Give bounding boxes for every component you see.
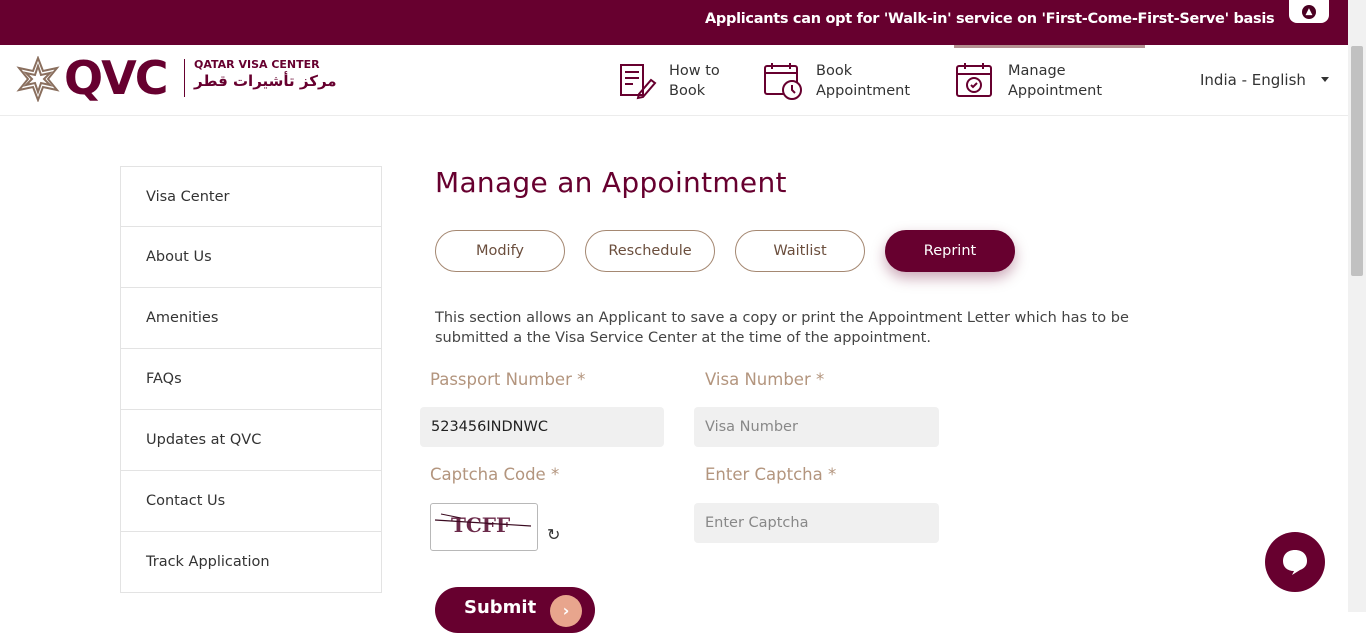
submit-label: Submit [464, 597, 537, 618]
page-scrollbar[interactable] [1348, 0, 1366, 612]
logo-name-en: QATAR VISA CENTER [194, 58, 320, 71]
passport-number-input[interactable] [420, 407, 664, 447]
chat-button[interactable] [1265, 532, 1325, 592]
arrow-right-icon: › [550, 595, 582, 627]
chat-bubble-icon [1283, 550, 1307, 575]
nav-manage-appointment[interactable]: Manage Appointment [954, 60, 1118, 102]
logo-star-icon [16, 56, 60, 102]
tab-reschedule[interactable]: Reschedule [585, 230, 715, 272]
enter-captcha-input[interactable] [694, 503, 939, 543]
sidebar-item-contact-us[interactable]: Contact Us [120, 471, 382, 532]
refresh-captcha-icon[interactable]: ↻ [547, 525, 560, 544]
tab-modify[interactable]: Modify [435, 230, 565, 272]
scrollbar-thumb[interactable] [1351, 46, 1363, 276]
announcement-bar: Applicants can opt for 'Walk-in' service… [0, 0, 1366, 45]
sidebar-menu: Visa Center About Us Amenities FAQs Upda… [120, 166, 382, 593]
sidebar-item-faqs[interactable]: FAQs [120, 349, 382, 410]
logo-divider [184, 59, 185, 97]
visa-number-label: Visa Number * [705, 370, 825, 389]
calendar-check-icon [956, 63, 992, 97]
scroll-top-button[interactable]: ▲ [1289, 0, 1329, 23]
page-title: Manage an Appointment [435, 166, 787, 199]
nav-book-appointment-label: Book Appointment [816, 63, 911, 99]
nav-book-appointment[interactable]: Book Appointment [762, 60, 921, 102]
nav-how-to-book-label: How to Book [669, 63, 720, 99]
document-edit-icon [620, 64, 657, 100]
tab-waitlist[interactable]: Waitlist [735, 230, 865, 272]
passport-number-label: Passport Number * [430, 370, 586, 389]
tab-reprint[interactable]: Reprint [885, 230, 1015, 272]
logo-name-ar: مركز تأشيرات قطر [194, 72, 337, 90]
section-description: This section allows an Applicant to save… [435, 310, 1129, 346]
nav-active-indicator [954, 45, 1145, 48]
captcha-image: TCFF [430, 503, 538, 551]
caret-down-icon[interactable] [1321, 77, 1329, 82]
nav-how-to-book[interactable]: How to Book [615, 60, 739, 102]
sidebar-item-about-us[interactable]: About Us [120, 227, 382, 288]
language-selector[interactable]: India - English [1200, 71, 1306, 89]
visa-number-input[interactable] [694, 407, 939, 447]
submit-button[interactable]: Submit › [435, 587, 595, 633]
sidebar-item-track-application[interactable]: Track Application [120, 532, 382, 593]
chevron-up-icon: ▲ [1302, 4, 1316, 19]
logo-wordmark[interactable]: QVC [64, 51, 168, 105]
sidebar-item-visa-center[interactable]: Visa Center [120, 166, 382, 227]
site-header: QVC QATAR VISA CENTER مركز تأشيرات قطر H… [0, 45, 1348, 116]
sidebar-item-updates[interactable]: Updates at QVC [120, 410, 382, 471]
announcement-text: Applicants can opt for 'Walk-in' service… [705, 11, 1275, 27]
sidebar-item-amenities[interactable]: Amenities [120, 288, 382, 349]
captcha-text: TCFF [451, 513, 510, 537]
captcha-code-label: Captcha Code * [430, 465, 560, 484]
calendar-clock-icon [764, 63, 802, 100]
captcha-graphic: TCFF [434, 513, 532, 537]
enter-captcha-label: Enter Captcha * [705, 465, 837, 484]
nav-manage-appointment-label: Manage Appointment [1008, 63, 1103, 99]
